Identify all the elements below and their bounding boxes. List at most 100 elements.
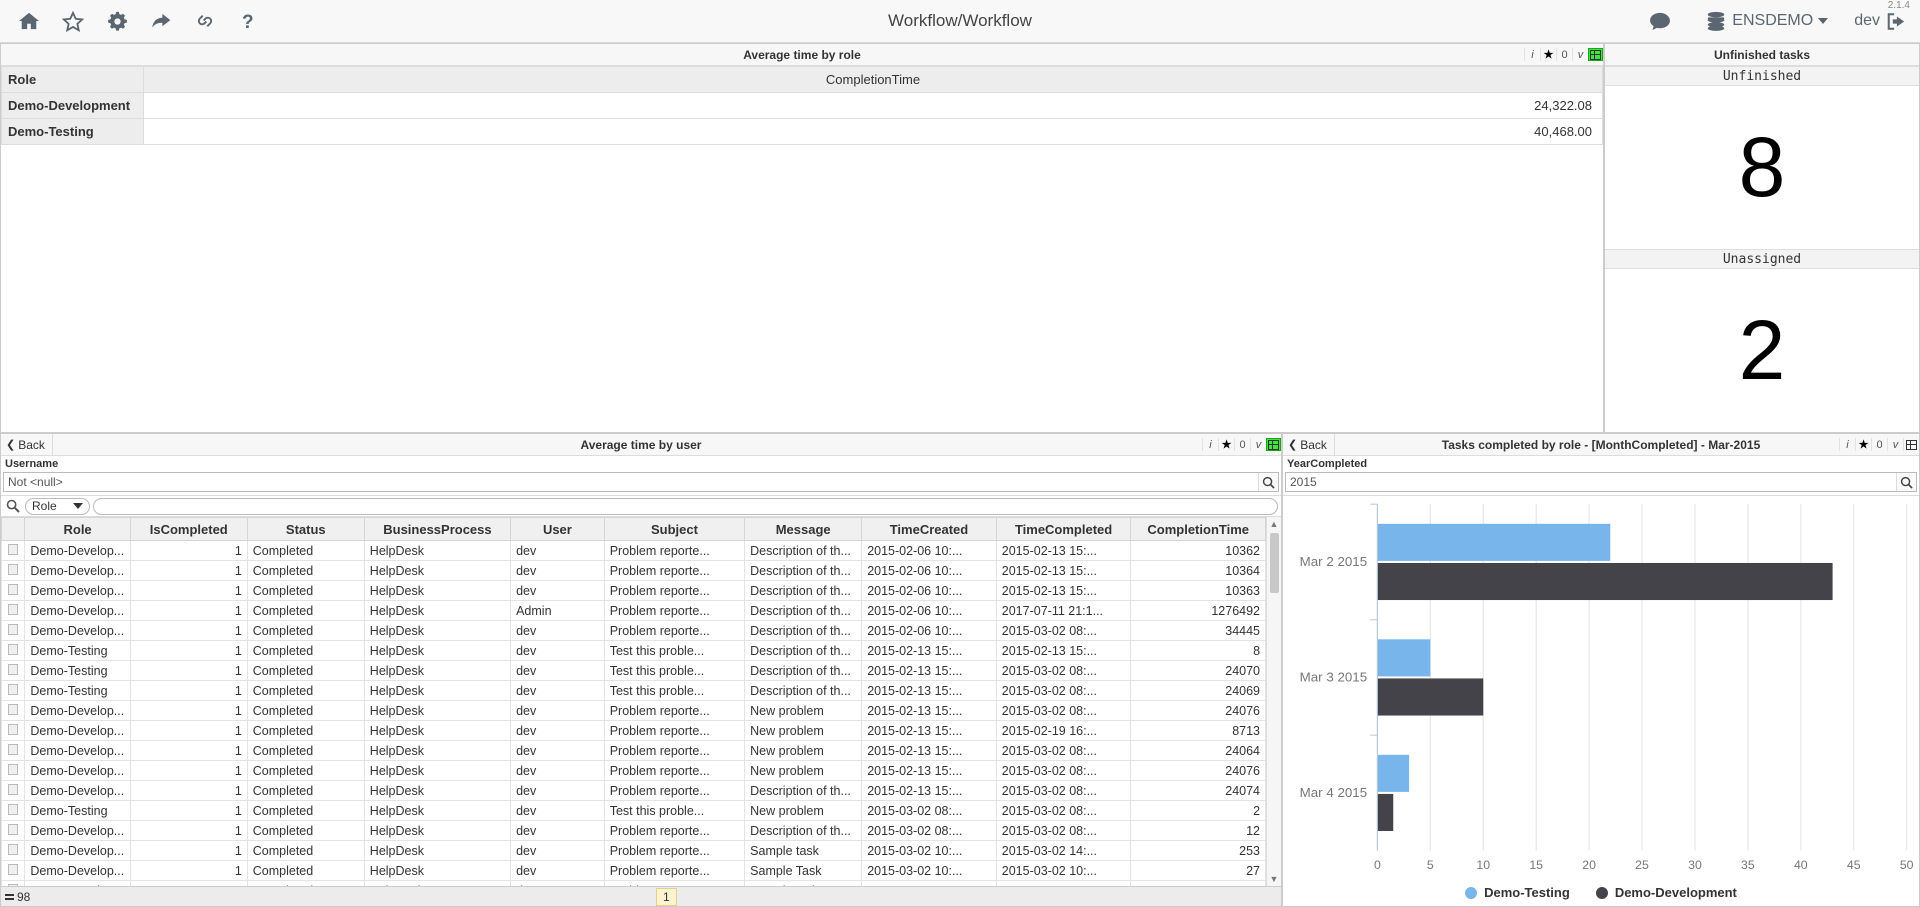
row-checkbox[interactable] [2,541,25,561]
dropdown-toggle[interactable]: v [1887,438,1903,451]
column-header-role[interactable]: Role [2,67,144,93]
row-checkbox[interactable] [2,621,25,641]
scroll-up-arrow[interactable]: ▲ [1270,517,1279,531]
cell-iscompleted: 1 [130,861,247,881]
yearcompleted-filter-input[interactable] [1286,475,1896,489]
table-row[interactable]: Demo-Testing 40,468.00 [2,119,1603,145]
table-row[interactable]: Demo-Develop...1CompletedHelpDeskdevProb… [2,541,1266,561]
chat-bubble-icon[interactable] [1641,3,1679,39]
table-row[interactable]: Demo-Develop...1CompletedHelpDeskdevProb… [2,701,1266,721]
row-checkbox[interactable] [2,801,25,821]
table-row[interactable]: Demo-Development 24,322.08 [2,93,1603,119]
column-header-status[interactable]: Status [247,518,364,541]
cell-timecompleted: 2015-03-02 14:... [996,841,1131,861]
user-logout[interactable]: dev [1854,12,1906,31]
star-icon[interactable]: ★ [1855,438,1871,451]
column-header-completiontime[interactable]: CompletionTime [144,67,1603,93]
row-checkbox[interactable] [2,641,25,661]
cell-status: Completed [247,781,364,801]
table-row[interactable]: Demo-Develop...1CompletedHelpDeskdevProb… [2,841,1266,861]
home-icon[interactable] [10,3,48,39]
row-checkbox[interactable] [2,821,25,841]
bar-demo-development-mar-4-2015[interactable] [1377,794,1393,831]
back-button[interactable]: ❮ Back [1,434,53,455]
star-icon[interactable] [54,3,92,39]
chevron-left-icon: ❮ [1288,438,1297,451]
back-button[interactable]: ❮ Back [1283,434,1335,455]
table-row[interactable]: Demo-Develop...1CompletedHelpDeskdevProb… [2,781,1266,801]
row-checkbox[interactable] [2,561,25,581]
column-header-timecompleted[interactable]: TimeCompleted [996,518,1131,541]
column-header-message[interactable]: Message [745,518,862,541]
table-row[interactable]: Demo-Develop...1CompletedHelpDeskdevProb… [2,721,1266,741]
row-checkbox[interactable] [2,601,25,621]
bar-demo-testing-mar-4-2015[interactable] [1377,755,1409,792]
scroll-down-arrow[interactable]: ▼ [1270,872,1279,886]
cell-role[interactable]: Demo-Testing [2,119,144,145]
table-row[interactable]: Demo-Develop...1CompletedHelpDeskAdminPr… [2,601,1266,621]
info-icon[interactable]: i [1839,438,1855,451]
username-filter-input[interactable] [4,475,1258,489]
dropdown-toggle[interactable]: v [1572,48,1588,61]
column-header-role[interactable]: Role [25,518,130,541]
table-row[interactable]: Demo-Develop...1CompletedHelpDeskdevProb… [2,581,1266,601]
column-filter-chip-role[interactable]: Role [25,498,90,515]
link-icon[interactable] [186,3,224,39]
column-header-completiontime[interactable]: CompletionTime [1131,518,1266,541]
row-checkbox[interactable] [2,761,25,781]
table-view-icon[interactable] [1588,48,1603,61]
column-header-user[interactable]: User [511,518,605,541]
table-row[interactable]: Demo-Develop...1CompletedHelpDeskdevProb… [2,621,1266,641]
gear-icon[interactable] [98,3,136,39]
table-row[interactable]: Demo-Testing1CompletedHelpDeskdevTest th… [2,801,1266,821]
namespace-selector[interactable]: ENSDEMO [1705,10,1828,32]
info-icon[interactable]: i [1202,438,1218,451]
cell-role[interactable]: Demo-Development [2,93,144,119]
row-checkbox[interactable] [2,581,25,601]
cell-timecreated: 2015-02-13 15:... [862,641,997,661]
legend-item-demo-development[interactable]: Demo-Development [1596,885,1737,900]
row-checkbox[interactable] [2,661,25,681]
table-row[interactable]: Demo-Testing1CompletedHelpDeskdevTest th… [2,681,1266,701]
column-header-businessprocess[interactable]: BusinessProcess [364,518,510,541]
search-icon[interactable] [1896,473,1916,491]
table-row[interactable]: Demo-Develop...1CompletedHelpDeskdevProb… [2,561,1266,581]
star-icon[interactable]: ★ [1218,438,1234,451]
bar-chart-svg[interactable]: 05101520253035404550Mar 2 2015Mar 3 2015… [1283,496,1919,906]
legend-item-demo-testing[interactable]: Demo-Testing [1465,885,1570,900]
filter-value-field[interactable] [93,498,1278,515]
row-checkbox[interactable] [2,781,25,801]
row-checkbox[interactable] [2,701,25,721]
table-row[interactable]: Demo-Testing1CompletedHelpDeskdevTest th… [2,661,1266,681]
select-all-header[interactable] [2,518,25,541]
column-header-timecreated[interactable]: TimeCreated [862,518,997,541]
table-row[interactable]: Demo-Develop...1CompletedHelpDeskdevProb… [2,761,1266,781]
bar-demo-testing-mar-3-2015[interactable] [1377,639,1430,676]
search-icon[interactable] [4,499,22,513]
dropdown-toggle[interactable]: v [1250,438,1266,451]
share-arrow-icon[interactable] [142,3,180,39]
help-icon[interactable]: ? [230,3,268,39]
table-row[interactable]: Demo-Develop...1CompletedHelpDeskdevProb… [2,741,1266,761]
info-icon[interactable]: i [1524,48,1540,61]
row-checkbox[interactable] [2,721,25,741]
bar-demo-testing-mar-2-2015[interactable] [1377,524,1610,561]
table-row[interactable]: Demo-Develop...1CompletedHelpDeskdevProb… [2,861,1266,881]
search-icon[interactable] [1258,473,1278,491]
row-checkbox[interactable] [2,681,25,701]
star-icon[interactable]: ★ [1540,48,1556,61]
scrollbar-thumb[interactable] [1270,533,1279,593]
table-row[interactable]: Demo-Testing1CompletedHelpDeskdevTest th… [2,641,1266,661]
column-header-iscompleted[interactable]: IsCompleted [130,518,247,541]
table-view-icon[interactable] [1266,438,1281,451]
table-row[interactable]: Demo-Develop...1CompletedHelpDeskdevProb… [2,821,1266,841]
column-header-subject[interactable]: Subject [604,518,744,541]
row-checkbox[interactable] [2,861,25,881]
bar-demo-development-mar-2-2015[interactable] [1377,563,1832,600]
table-view-icon[interactable] [1903,438,1919,451]
vertical-scrollbar[interactable]: ▲ ▼ [1266,517,1281,886]
bar-demo-development-mar-3-2015[interactable] [1377,678,1483,715]
pagination-page-1[interactable]: 1 [656,888,677,906]
row-checkbox[interactable] [2,841,25,861]
row-checkbox[interactable] [2,741,25,761]
